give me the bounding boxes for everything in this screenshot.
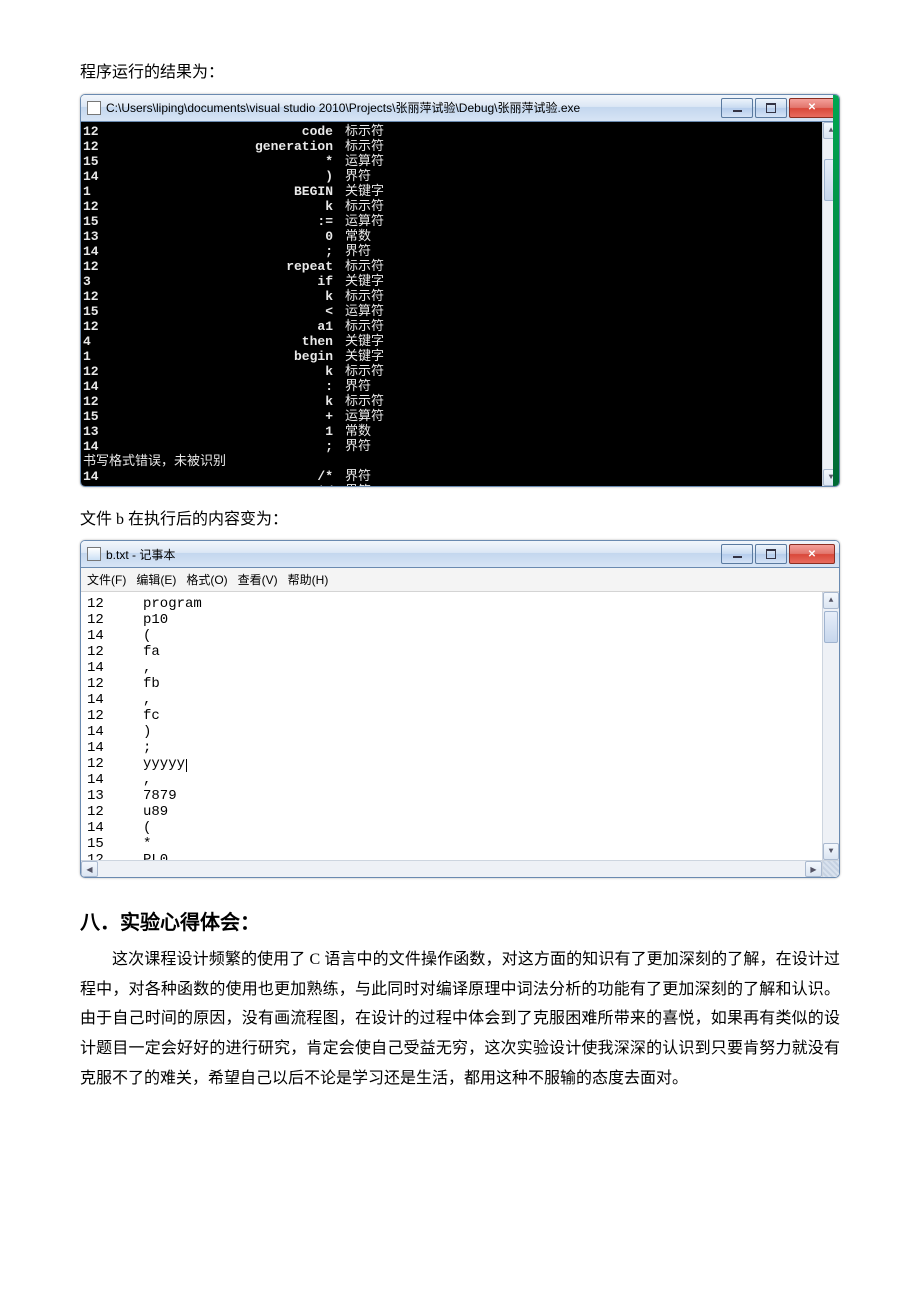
- window-buttons: ✕: [719, 544, 835, 564]
- notepad-row: 12fa: [87, 644, 835, 660]
- menu-item[interactable]: 格式(O): [186, 571, 227, 588]
- console-row: 15:=运算符: [83, 214, 839, 229]
- maximize-button[interactable]: [755, 98, 787, 118]
- console-window: C:\Users\liping\documents\visual studio …: [80, 94, 840, 487]
- console-row: 130常数: [83, 229, 839, 244]
- notepad-row: 12fb: [87, 676, 835, 692]
- scroll-up-icon[interactable]: ▲: [823, 122, 839, 139]
- notepad-row: 12u89: [87, 804, 835, 820]
- console-scrollbar[interactable]: ▲ ▼: [822, 122, 839, 486]
- console-row: 15<运算符: [83, 304, 839, 319]
- notepad-window: b.txt - 记事本 ✕ 文件(F)编辑(E)格式(O)查看(V)帮助(H) …: [80, 540, 840, 878]
- console-row: 14:界符: [83, 379, 839, 394]
- scroll-thumb[interactable]: [824, 611, 838, 643]
- notepad-row: 14,: [87, 772, 835, 788]
- console-title: C:\Users\liping\documents\visual studio …: [106, 99, 719, 116]
- console-row: 1begin关键字: [83, 349, 839, 364]
- minimize-button[interactable]: [721, 544, 753, 564]
- console-row: 12generation标示符: [83, 139, 839, 154]
- menu-item[interactable]: 编辑(E): [136, 571, 176, 588]
- notepad-row: 14): [87, 724, 835, 740]
- notepad-row: 14,: [87, 692, 835, 708]
- console-row: 1BEGIN关键字: [83, 184, 839, 199]
- notepad-titlebar: b.txt - 记事本 ✕: [81, 541, 839, 568]
- console-row: 15+运算符: [83, 409, 839, 424]
- menu-item[interactable]: 文件(F): [87, 571, 126, 588]
- console-output: 12code标示符12generation标示符15*运算符14)界符1BEGI…: [81, 122, 839, 486]
- notepad-content[interactable]: 12program12p1014(12fa14,12fb14,12fc14)14…: [81, 592, 839, 860]
- console-row: 14*/界符: [83, 484, 839, 486]
- window-buttons: ✕: [719, 98, 835, 118]
- notepad-row: 15*: [87, 836, 835, 852]
- close-button[interactable]: ✕: [789, 98, 835, 118]
- console-row: 12a1标示符: [83, 319, 839, 334]
- body-paragraph: 这次课程设计频繁的使用了 C 语言中的文件操作函数，对这方面的知识有了更加深刻的…: [80, 945, 840, 1093]
- notepad-row: 14;: [87, 740, 835, 756]
- console-row: 3if关键字: [83, 274, 839, 289]
- menu-item[interactable]: 查看(V): [238, 571, 278, 588]
- notepad-hscroll[interactable]: ◀ ▶: [81, 860, 839, 877]
- intro-line-1: 程序运行的结果为：: [80, 60, 840, 86]
- console-titlebar: C:\Users\liping\documents\visual studio …: [81, 95, 839, 122]
- notepad-row: 14(: [87, 628, 835, 644]
- resize-grip[interactable]: [822, 861, 839, 877]
- console-row: 4then关键字: [83, 334, 839, 349]
- section-heading: 八．实验心得体会：: [80, 906, 840, 935]
- notepad-icon: [87, 547, 101, 561]
- console-row: 12k标示符: [83, 364, 839, 379]
- scroll-down-icon[interactable]: ▼: [823, 469, 839, 486]
- notepad-scrollbar[interactable]: ▲ ▼: [822, 592, 839, 860]
- notepad-row: 12fc: [87, 708, 835, 724]
- minimize-button[interactable]: [721, 98, 753, 118]
- console-row: 12k标示符: [83, 289, 839, 304]
- console-row: 12code标示符: [83, 124, 839, 139]
- menu-item[interactable]: 帮助(H): [288, 571, 329, 588]
- notepad-row: 12program: [87, 596, 835, 612]
- console-row: 12repeat标示符: [83, 259, 839, 274]
- notepad-row: 12p10: [87, 612, 835, 628]
- intro-line-2: 文件 b 在执行后的内容变为：: [80, 507, 840, 533]
- close-button[interactable]: ✕: [789, 544, 835, 564]
- console-row: 131常数: [83, 424, 839, 439]
- console-row: 12k标示符: [83, 199, 839, 214]
- console-icon: [87, 101, 101, 115]
- console-row: 12k标示符: [83, 394, 839, 409]
- console-row: 14/*界符: [83, 469, 839, 484]
- notepad-row: 12PL0: [87, 852, 835, 860]
- scroll-down-icon[interactable]: ▼: [823, 843, 839, 860]
- console-row: 14;界符: [83, 439, 839, 454]
- notepad-row: 12yyyyy: [87, 756, 835, 772]
- console-error-line: 书写格式错误，未被识别: [83, 454, 839, 469]
- scroll-up-icon[interactable]: ▲: [823, 592, 839, 609]
- console-row: 14;界符: [83, 244, 839, 259]
- notepad-row: 14,: [87, 660, 835, 676]
- scroll-thumb[interactable]: [824, 159, 838, 201]
- notepad-title: b.txt - 记事本: [106, 546, 719, 563]
- scroll-left-icon[interactable]: ◀: [81, 861, 98, 877]
- console-row: 14)界符: [83, 169, 839, 184]
- notepad-row: 137879: [87, 788, 835, 804]
- maximize-button[interactable]: [755, 544, 787, 564]
- console-row: 15*运算符: [83, 154, 839, 169]
- notepad-row: 14(: [87, 820, 835, 836]
- notepad-menubar: 文件(F) 编辑(E) 格式(O) 查看(V) 帮助(H): [81, 568, 839, 592]
- text-caret: [186, 759, 187, 772]
- scroll-right-icon[interactable]: ▶: [805, 861, 822, 877]
